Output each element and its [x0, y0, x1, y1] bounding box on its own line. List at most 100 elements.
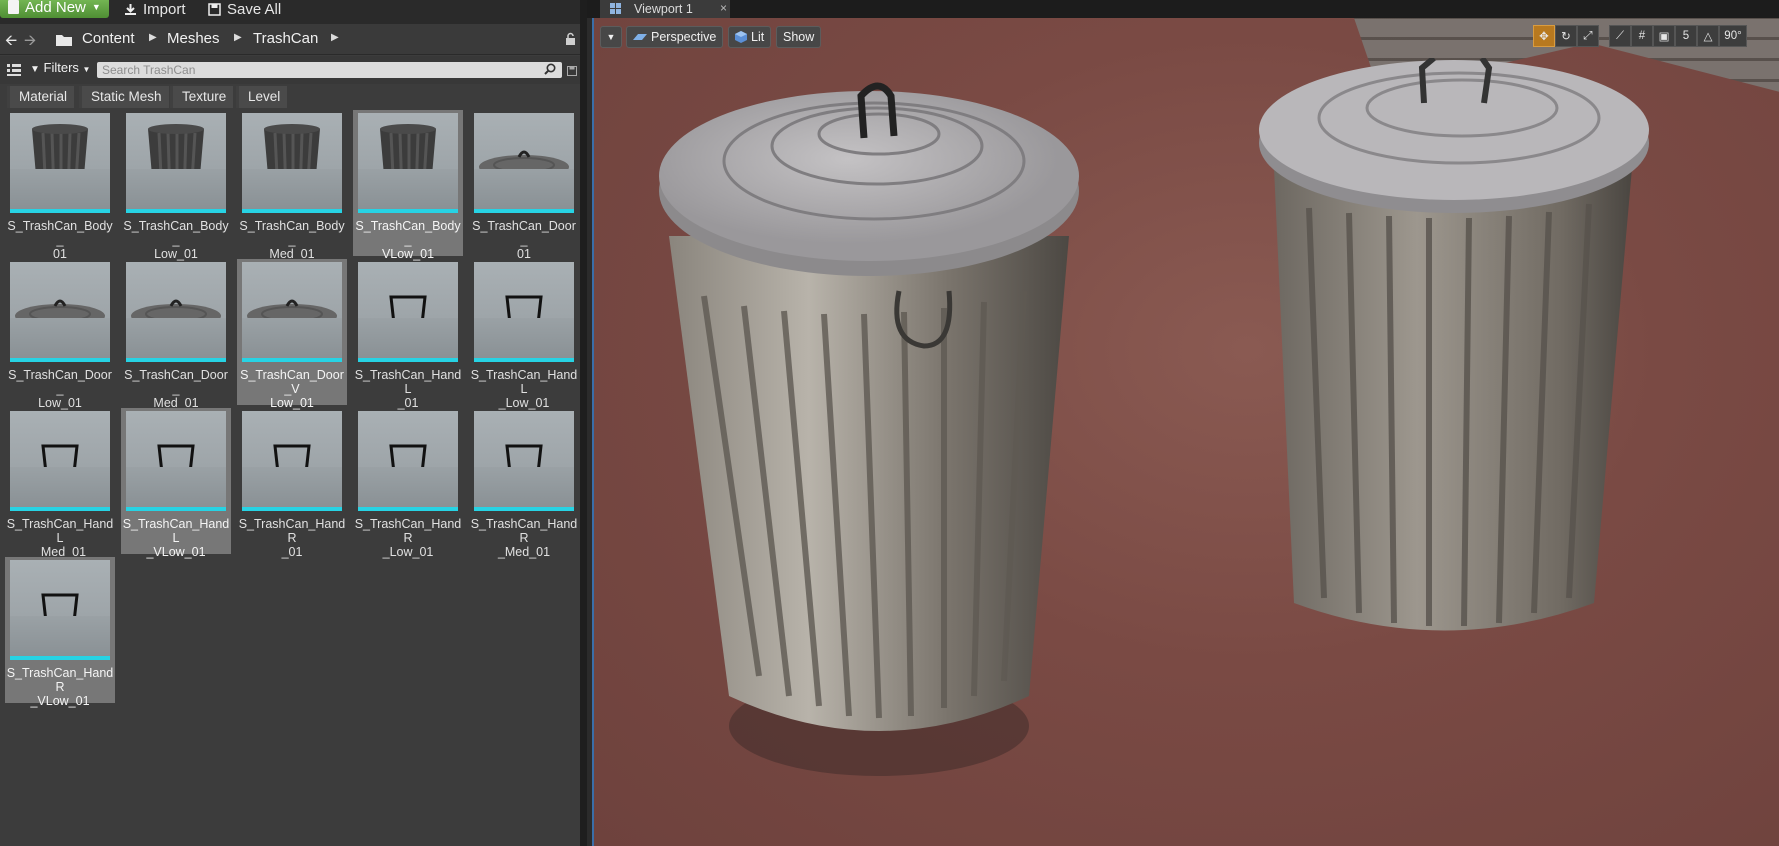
asset-type-bar — [10, 209, 110, 213]
filter-tag-material[interactable]: Material — [7, 86, 75, 108]
breadcrumb-content[interactable]: Content — [82, 30, 135, 47]
filter-tag-texture[interactable]: Texture — [170, 86, 234, 108]
asset-tile[interactable]: S_TrashCan_Door_ Low_01 — [5, 259, 115, 410]
add-new-button[interactable]: Add New ▼ — [0, 0, 109, 18]
coordinate-system-icon[interactable]: ▣ — [1653, 25, 1675, 47]
asset-thumbnail — [358, 262, 458, 362]
path-navigation-bar: 🡨 🡪 Content ▶ Meshes ▶ TrashCan ▶ — [0, 24, 587, 55]
asset-tile[interactable]: S_TrashCan_HandL _Med_01 — [5, 408, 115, 559]
asset-tile[interactable]: S_TrashCan_HandL _Low_01 — [469, 259, 579, 410]
surface-snapping-icon[interactable]: ⟋ — [1609, 25, 1631, 47]
asset-tile[interactable]: S_TrashCan_HandR _01 — [237, 408, 347, 559]
show-button[interactable]: Show — [776, 26, 822, 48]
asset-label-line: S_TrashCan_Door_ — [8, 368, 112, 396]
breadcrumb-separator-icon[interactable]: ▶ — [149, 32, 157, 43]
asset-tile[interactable]: S_TrashCan_Door_ Med_01 — [121, 259, 231, 410]
asset-label-line: S_TrashCan_Door_ — [124, 368, 228, 396]
perspective-button[interactable]: Perspective — [626, 26, 724, 48]
asset-label-line: S_TrashCan_Body_ — [355, 219, 461, 247]
asset-label-line: S_TrashCan_HandR — [6, 666, 114, 694]
asset-label: S_TrashCan_HandL _Low_01 — [469, 368, 579, 410]
trash-can-right — [1259, 58, 1649, 631]
asset-label-line: _VLow_01 — [146, 545, 206, 559]
asset-label-line: S_TrashCan_Door_V — [240, 368, 344, 396]
close-icon[interactable]: × — [720, 1, 727, 15]
filter-funnel-icon: ▼ — [30, 64, 40, 75]
lit-cube-icon — [735, 31, 747, 43]
asset-type-bar — [242, 358, 342, 362]
translate-tool-icon[interactable]: ✥ — [1533, 25, 1555, 47]
asset-type-bar — [126, 209, 226, 213]
asset-type-bar — [10, 656, 110, 660]
save-search-icon[interactable] — [567, 66, 577, 76]
filters-button[interactable]: ▼ Filters ▼ — [30, 60, 90, 75]
grid-snap-value[interactable]: 5 — [1675, 25, 1697, 47]
scale-tool-icon[interactable]: ⤢ — [1577, 25, 1599, 47]
asset-tile[interactable]: S_TrashCan_HandL _01 — [353, 259, 463, 410]
asset-type-bar — [242, 507, 342, 511]
asset-label: S_TrashCan_HandL _Med_01 — [5, 517, 115, 559]
asset-tile[interactable]: S_TrashCan_Body_ VLow_01 — [353, 110, 463, 261]
breadcrumb-separator-icon[interactable]: ▶ — [234, 32, 242, 43]
asset-thumbnail — [126, 262, 226, 362]
asset-thumbnail — [10, 262, 110, 362]
grid-snap-icon[interactable]: # — [1631, 25, 1653, 47]
asset-tile[interactable]: S_TrashCan_HandR _VLow_01 — [5, 557, 115, 708]
back-arrow-icon[interactable]: 🡨 — [5, 30, 17, 55]
asset-type-bar — [242, 209, 342, 213]
asset-label-line: S_TrashCan_HandR — [470, 517, 578, 545]
search-icon[interactable] — [544, 63, 556, 75]
breadcrumb-meshes[interactable]: Meshes — [167, 30, 220, 47]
lit-label: Lit — [751, 30, 765, 44]
breadcrumb-trashcan[interactable]: TrashCan — [253, 30, 318, 47]
save-all-button[interactable]: Save All — [208, 0, 281, 18]
asset-type-bar — [10, 507, 110, 511]
asset-label: S_TrashCan_HandL _VLow_01 — [121, 517, 231, 559]
filters-label: Filters — [43, 60, 79, 75]
asset-label: S_TrashCan_Body_ Med_01 — [237, 219, 347, 261]
viewport-icon — [610, 3, 621, 14]
asset-tile[interactable]: S_TrashCan_HandR _Med_01 — [469, 408, 579, 559]
save-icon — [208, 2, 221, 16]
lit-button[interactable]: Lit — [728, 26, 772, 48]
rotation-snap-value[interactable]: 90° — [1719, 25, 1747, 47]
viewport-tab-bar: Viewport 1 × — [587, 0, 1779, 18]
import-label: Import — [143, 0, 186, 18]
asset-tile[interactable]: S_TrashCan_Door_ 01 — [469, 110, 579, 261]
viewport-options-button[interactable]: ▼ — [600, 26, 622, 48]
new-document-icon — [8, 0, 19, 14]
rotate-tool-icon[interactable]: ↻ — [1555, 25, 1577, 47]
lock-icon[interactable] — [565, 32, 576, 45]
asset-tile[interactable]: S_TrashCan_Door_V Low_01 — [237, 259, 347, 410]
chevron-down-icon: ▼ — [606, 32, 616, 42]
asset-thumbnail — [10, 411, 110, 511]
forward-arrow-icon[interactable]: 🡪 — [24, 30, 36, 55]
asset-type-bar — [126, 507, 226, 511]
asset-tile[interactable]: S_TrashCan_Body_ Low_01 — [121, 110, 231, 261]
filter-tag-static-mesh[interactable]: Static Mesh — [79, 86, 169, 108]
panel-splitter[interactable] — [580, 0, 587, 846]
import-button[interactable]: Import — [124, 0, 186, 18]
asset-thumbnail — [474, 113, 574, 213]
perspective-label: Perspective — [651, 30, 717, 44]
tab-viewport-1[interactable]: Viewport 1 × — [600, 0, 730, 18]
filter-tag-level[interactable]: Level — [236, 86, 288, 108]
rotation-snap-icon[interactable]: △ — [1697, 25, 1719, 47]
asset-label-line: S_TrashCan_Body_ — [239, 219, 345, 247]
asset-type-bar — [474, 507, 574, 511]
asset-thumbnail — [126, 411, 226, 511]
asset-tile[interactable]: S_TrashCan_HandL _VLow_01 — [121, 408, 231, 559]
asset-thumbnail — [242, 262, 342, 362]
asset-tile[interactable]: S_TrashCan_Body_ Med_01 — [237, 110, 347, 261]
search-input[interactable]: Search TrashCan — [97, 62, 562, 78]
3d-viewport[interactable]: ▼ Perspective Lit Show ✥ ↻ ⤢ ⟋ # ▣ 5 △ 9… — [592, 18, 1779, 846]
sources-list-icon[interactable] — [7, 64, 21, 76]
chevron-down-icon: ▼ — [91, 2, 101, 12]
asset-tile[interactable]: S_TrashCan_Body_ 01 — [5, 110, 115, 261]
breadcrumb-separator-icon[interactable]: ▶ — [331, 32, 339, 43]
asset-thumbnail — [358, 113, 458, 213]
save-all-label: Save All — [227, 0, 282, 18]
asset-label-line: _Med_01 — [497, 545, 551, 559]
asset-tile[interactable]: S_TrashCan_HandR _Low_01 — [353, 408, 463, 559]
asset-label: S_TrashCan_Door_ Low_01 — [5, 368, 115, 410]
